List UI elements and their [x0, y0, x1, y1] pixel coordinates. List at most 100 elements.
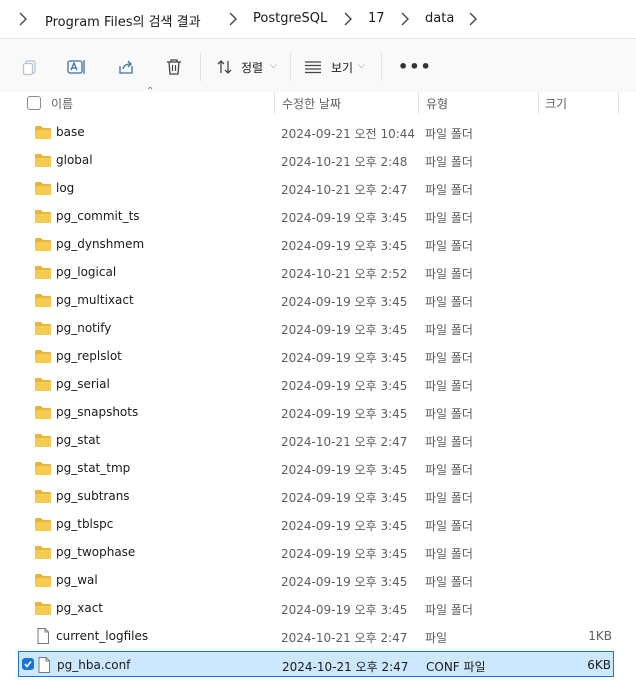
column-name[interactable]: 이름: [51, 95, 73, 112]
table-row[interactable]: pg_dynshmem 2024-09-19 오후 3:45 파일 폴더: [18, 231, 614, 257]
table-row[interactable]: pg_commit_ts 2024-09-19 오후 3:45 파일 폴더: [18, 203, 614, 229]
table-row[interactable]: pg_xact 2024-09-19 오후 3:45 파일 폴더: [18, 595, 614, 621]
file-name[interactable]: log: [56, 181, 74, 195]
table-row[interactable]: pg_wal 2024-09-19 오후 3:45 파일 폴더: [18, 567, 614, 593]
file-modified: 2024-09-19 오후 3:45: [281, 379, 408, 393]
file-name[interactable]: pg_stat_tmp: [56, 461, 130, 475]
rename-icon[interactable]: [67, 57, 87, 77]
select-all-checkbox[interactable]: [27, 96, 41, 110]
toolbar-divider: [290, 53, 291, 81]
share-icon[interactable]: [116, 57, 136, 77]
file-modified: 2024-09-19 오후 3:45: [281, 239, 408, 253]
file-type: 파일 폴더: [425, 463, 473, 477]
column-divider[interactable]: [418, 92, 419, 114]
file-name[interactable]: pg_wal: [56, 573, 98, 587]
table-row-selected[interactable]: pg_hba.conf 2024-10-21 오후 2:47 CONF 파일 6KB: [18, 651, 614, 677]
file-name[interactable]: global: [56, 153, 93, 167]
table-row[interactable]: pg_serial 2024-09-19 오후 3:45 파일 폴더: [18, 371, 614, 397]
table-row[interactable]: current_logfiles 2024-10-21 오후 2:47 파일 1KB: [18, 623, 614, 649]
chevron-right-icon[interactable]: [400, 11, 412, 27]
table-row[interactable]: global 2024-10-21 오후 2:48 파일 폴더: [18, 147, 614, 173]
table-row[interactable]: pg_stat_tmp 2024-09-19 오후 3:45 파일 폴더: [18, 455, 614, 481]
file-modified: 2024-09-19 오후 3:45: [281, 351, 408, 365]
file-icon: [35, 657, 53, 673]
chevron-right-icon[interactable]: [343, 11, 355, 27]
chevron-down-icon[interactable]: ⌵: [270, 61, 277, 71]
file-name[interactable]: pg_dynshmem: [56, 237, 144, 251]
folder-icon: [34, 208, 52, 224]
file-type: 파일 폴더: [425, 575, 473, 589]
view-list-icon[interactable]: [303, 57, 323, 77]
file-name[interactable]: pg_hba.conf: [57, 658, 130, 672]
toolbar-divider: [381, 53, 382, 81]
file-type: 파일 폴더: [425, 155, 473, 169]
trash-icon[interactable]: [164, 57, 184, 77]
file-type: 파일 폴더: [425, 351, 473, 365]
file-name[interactable]: pg_logical: [56, 265, 116, 279]
folder-icon: [34, 600, 52, 616]
chevron-right-icon[interactable]: [228, 11, 240, 27]
folder-icon: [34, 516, 52, 532]
table-row[interactable]: pg_logical 2024-10-21 오후 2:52 파일 폴더: [18, 259, 614, 285]
breadcrumb-item[interactable]: Program Files의 검색 결과: [45, 11, 201, 30]
file-modified: 2024-09-19 오후 3:45: [281, 491, 408, 505]
chevron-right-icon[interactable]: [468, 11, 480, 27]
file-name[interactable]: pg_notify: [56, 321, 111, 335]
file-name[interactable]: pg_xact: [56, 601, 103, 615]
breadcrumb-item-current[interactable]: data: [425, 11, 454, 26]
column-divider[interactable]: [274, 92, 275, 114]
chevron-right-icon[interactable]: [18, 11, 30, 27]
column-divider[interactable]: [618, 92, 619, 114]
file-type: 파일 폴더: [425, 127, 473, 141]
table-row[interactable]: pg_tblspc 2024-09-19 오후 3:45 파일 폴더: [18, 511, 614, 537]
file-modified: 2024-09-19 오후 3:45: [281, 547, 408, 561]
folder-icon: [34, 460, 52, 476]
file-name[interactable]: pg_subtrans: [56, 489, 130, 503]
folder-icon: [34, 152, 52, 168]
sort-button-label[interactable]: 정렬: [241, 59, 263, 76]
file-name[interactable]: pg_serial: [56, 377, 110, 391]
file-modified: 2024-09-19 오후 3:45: [281, 463, 408, 477]
view-button-label[interactable]: 보기: [331, 59, 353, 76]
file-type: 파일 폴더: [425, 295, 473, 309]
column-size[interactable]: 크기: [545, 95, 567, 112]
folder-icon: [34, 292, 52, 308]
file-name[interactable]: pg_stat: [56, 433, 100, 447]
column-type[interactable]: 유형: [426, 95, 448, 112]
file-name[interactable]: current_logfiles: [56, 629, 148, 643]
sort-icon[interactable]: [215, 57, 235, 77]
file-type: 파일 폴더: [425, 379, 473, 393]
file-modified: 2024-09-19 오후 3:45: [281, 295, 408, 309]
file-type: 파일 폴더: [425, 183, 473, 197]
breadcrumb-item[interactable]: PostgreSQL: [253, 11, 327, 26]
column-modified[interactable]: 수정한 날짜: [282, 95, 341, 112]
file-name[interactable]: pg_twophase: [56, 545, 135, 559]
file-type: 파일 폴더: [425, 435, 473, 449]
file-name[interactable]: base: [56, 125, 85, 139]
file-name[interactable]: pg_snapshots: [56, 405, 138, 419]
table-row[interactable]: pg_replslot 2024-09-19 오후 3:45 파일 폴더: [18, 343, 614, 369]
file-name[interactable]: pg_multixact: [56, 293, 134, 307]
breadcrumb-item[interactable]: 17: [368, 11, 385, 26]
file-modified: 2024-10-21 오후 2:47: [281, 435, 408, 449]
file-modified: 2024-09-19 오후 3:45: [281, 211, 408, 225]
column-divider[interactable]: [538, 92, 539, 114]
file-name[interactable]: pg_commit_ts: [56, 209, 140, 223]
table-row[interactable]: pg_twophase 2024-09-19 오후 3:45 파일 폴더: [18, 539, 614, 565]
table-row[interactable]: pg_notify 2024-09-19 오후 3:45 파일 폴더: [18, 315, 614, 341]
copy-icon[interactable]: [20, 57, 40, 77]
command-bar: 정렬 ⌵ 보기 ⌵ •••: [0, 38, 636, 93]
table-row[interactable]: base 2024-09-21 오전 10:44 파일 폴더: [18, 119, 614, 145]
table-row[interactable]: pg_multixact 2024-09-19 오후 3:45 파일 폴더: [18, 287, 614, 313]
more-icon[interactable]: •••: [398, 57, 432, 76]
table-row[interactable]: pg_stat 2024-10-21 오후 2:47 파일 폴더: [18, 427, 614, 453]
folder-icon: [34, 572, 52, 588]
file-name[interactable]: pg_replslot: [56, 349, 122, 363]
chevron-down-icon[interactable]: ⌵: [358, 61, 365, 71]
file-modified: 2024-10-21 오후 2:52: [281, 267, 408, 281]
file-name[interactable]: pg_tblspc: [56, 517, 113, 531]
row-checkbox[interactable]: [22, 658, 34, 670]
table-row[interactable]: pg_snapshots 2024-09-19 오후 3:45 파일 폴더: [18, 399, 614, 425]
table-row[interactable]: pg_subtrans 2024-09-19 오후 3:45 파일 폴더: [18, 483, 614, 509]
table-row[interactable]: log 2024-10-21 오후 2:47 파일 폴더: [18, 175, 614, 201]
